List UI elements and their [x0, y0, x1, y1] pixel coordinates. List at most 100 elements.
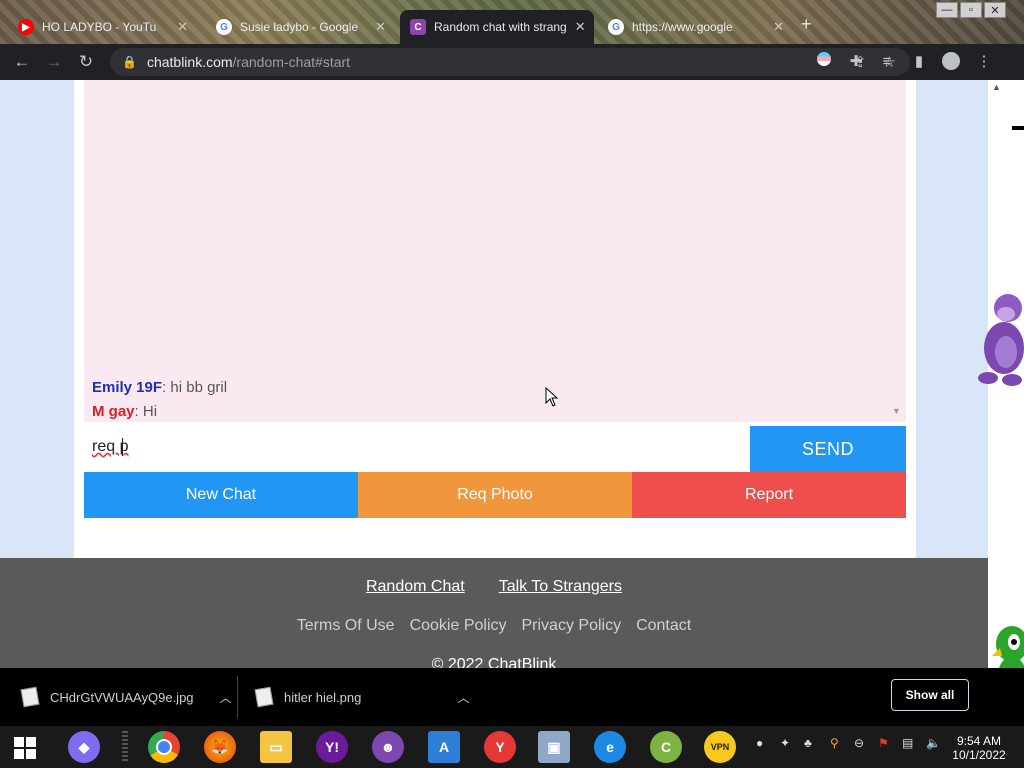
reload-icon[interactable]: ↻	[76, 52, 96, 72]
sender-name: Emily 19F	[92, 379, 163, 396]
page-viewport: Emily 19F: hi bb gril M gay: Hi ▼ req p …	[0, 80, 988, 668]
close-icon[interactable]: ✕	[773, 19, 784, 35]
image-file-icon	[254, 686, 274, 708]
address-bar[interactable]: 🔒 chatblink.com/random-chat#start ⇪ ☆	[110, 48, 910, 76]
download-divider	[237, 676, 238, 718]
tray-app2-icon[interactable]: ♣	[804, 736, 812, 750]
chatblink-icon: C	[410, 19, 426, 35]
talk-to-strangers-link[interactable]: Talk To Strangers	[499, 578, 622, 596]
report-button[interactable]: Report	[632, 472, 906, 518]
side-panel-icon[interactable]: ▮	[909, 52, 929, 72]
vpn-pro-icon[interactable]: VPN	[704, 731, 736, 763]
chrome-icon[interactable]	[148, 731, 180, 763]
tab-google-url[interactable]: G https://www.google ✕	[598, 10, 794, 44]
file-explorer-icon[interactable]: ▭	[260, 731, 292, 763]
chevron-up-icon[interactable]: ︿	[457, 689, 469, 706]
scroll-down-arrow-icon[interactable]: ▼	[892, 406, 901, 416]
privacy-policy-link[interactable]: Privacy Policy	[522, 617, 622, 635]
message-input[interactable]: req p	[84, 426, 750, 472]
firefox-icon[interactable]: 🦊	[204, 731, 236, 763]
forward-arrow-icon[interactable]: →	[44, 52, 64, 72]
url-text[interactable]: chatblink.com/random-chat#start	[147, 54, 350, 70]
chevron-up-icon[interactable]: ︿	[220, 689, 232, 706]
menu-kebab-icon[interactable]: ⋮	[974, 52, 994, 72]
message-text: Hi	[142, 403, 158, 420]
site-footer: Random Chat Talk To Strangers Terms Of U…	[0, 558, 988, 668]
image-file-icon	[20, 686, 40, 708]
extensions-puzzle-icon[interactable]: ✚	[846, 52, 866, 72]
purple-gorilla-assistant-icon[interactable]	[974, 292, 1024, 388]
reading-list-icon[interactable]: ≡	[877, 52, 897, 72]
profile-avatar-icon[interactable]	[941, 52, 961, 72]
google-icon: G	[216, 19, 232, 35]
lock-icon: 🔒	[122, 55, 137, 69]
cortana-icon[interactable]: ◆	[68, 731, 100, 763]
volume-icon[interactable]: 🔈	[926, 736, 941, 750]
contact-link[interactable]: Contact	[636, 617, 691, 635]
tray-vpn-icon[interactable]: ●	[756, 736, 763, 750]
terms-link[interactable]: Terms Of Use	[297, 617, 395, 635]
clock-time: 9:54 AM	[956, 734, 1002, 748]
copyright-text: © 2022 ChatBlink	[431, 656, 557, 668]
req-photo-button[interactable]: Req Photo	[358, 472, 632, 518]
yahoo-messenger-icon[interactable]: Y!	[316, 731, 348, 763]
scroll-marker	[1012, 126, 1024, 130]
download-filename: CHdrGtVWUAAyQ9e.jpg	[50, 689, 194, 705]
send-button[interactable]: SEND	[750, 426, 906, 472]
yandex-icon[interactable]: Y	[484, 731, 516, 763]
tab-youtube[interactable]: ▶ HO LADYBO - YouTu ✕	[8, 10, 198, 44]
tray-security-icon[interactable]: ⚑	[878, 736, 889, 750]
chat-message: Emily 19F: hi bb gril	[92, 379, 228, 396]
url-domain: chatblink.com	[146, 54, 233, 70]
tab-title: https://www.google	[632, 20, 733, 34]
chat-log	[84, 80, 906, 422]
clock-date: 10/1/2022	[952, 748, 1006, 762]
extension-flag-icon[interactable]	[814, 52, 834, 72]
network-icon[interactable]: ▤	[902, 736, 913, 750]
browser-toolbar: ← → ↻ 🔒 chatblink.com/random-chat#start …	[0, 44, 1024, 80]
new-tab-icon[interactable]: +	[801, 14, 812, 35]
edge-icon[interactable]: e	[594, 731, 626, 763]
new-chat-button[interactable]: New Chat	[84, 472, 358, 518]
close-icon[interactable]: ✕	[575, 19, 586, 35]
tab-google-search[interactable]: G Susie ladybo - Google ✕	[206, 10, 396, 44]
tab-title: Susie ladybo - Google	[240, 20, 359, 34]
random-chat-link[interactable]: Random Chat	[366, 578, 465, 596]
close-window-icon[interactable]: ✕	[984, 2, 1006, 18]
tray-app-icon[interactable]: ✦	[780, 736, 790, 750]
message-text: hi bb gril	[170, 379, 228, 396]
footer-legal-links: Terms Of Use Cookie Policy Privacy Polic…	[0, 617, 988, 635]
cookie-policy-link[interactable]: Cookie Policy	[410, 617, 507, 635]
maximize-icon[interactable]: ▫	[960, 2, 982, 18]
chat-action-buttons: New Chat Req Photo Report	[84, 472, 906, 518]
show-all-downloads-button[interactable]: Show all	[891, 679, 969, 711]
windows-start-icon[interactable]	[14, 737, 36, 759]
tray-minus-icon[interactable]: ⊖	[854, 736, 864, 750]
app-store-icon[interactable]: A	[428, 731, 460, 763]
url-path: /random-chat#start	[232, 54, 351, 70]
bonzi-buddy-icon[interactable]: ☻	[372, 731, 404, 763]
text-caret	[122, 438, 123, 456]
mouse-cursor-icon	[545, 387, 559, 407]
media-app-icon[interactable]: ▣	[538, 731, 570, 763]
minimize-icon[interactable]: —	[936, 2, 958, 18]
download-item[interactable]: hitler hiel.png ︿	[254, 668, 469, 726]
download-item[interactable]: CHdrGtVWUAAyQ9e.jpg ︿	[20, 668, 232, 726]
browser-tab-strip: ▶ HO LADYBO - YouTu ✕ G Susie ladybo - G…	[0, 0, 1024, 44]
sender-name: M gay	[92, 403, 135, 420]
tab-title: HO LADYBO - YouTu	[42, 20, 157, 34]
youtube-icon: ▶	[18, 19, 34, 35]
tab-random-chat[interactable]: C Random chat with strang ✕	[400, 10, 594, 44]
close-icon[interactable]: ✕	[375, 19, 386, 35]
scroll-up-arrow-icon[interactable]: ▲	[992, 82, 1001, 92]
taskbar-grip	[122, 731, 128, 763]
close-icon[interactable]: ✕	[177, 19, 188, 35]
download-filename: hitler hiel.png	[284, 689, 362, 705]
window-controls: — ▫ ✕	[936, 2, 1006, 18]
ccleaner-icon[interactable]: C	[650, 731, 682, 763]
windows-taskbar: ◆ 🦊 ▭ Y! ☻ A Y ▣ e C VPN ● ✦ ♣ ⚲ ⊖ ⚑ ▤ 🔈…	[0, 726, 1024, 768]
footer-primary-links: Random Chat Talk To Strangers	[0, 578, 988, 596]
tray-search-icon[interactable]: ⚲	[830, 736, 839, 750]
back-arrow-icon[interactable]: ←	[12, 52, 32, 72]
system-clock[interactable]: 9:54 AM 10/1/2022	[944, 734, 1014, 762]
